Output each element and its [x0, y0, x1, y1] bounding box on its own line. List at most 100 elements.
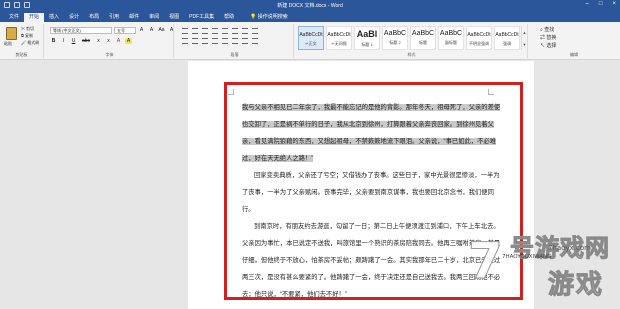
strikethrough-icon[interactable]: abc [80, 38, 92, 44]
subscript-icon[interactable]: x [95, 38, 102, 44]
bold-icon[interactable]: B [50, 38, 57, 44]
format-painter-label: 格式刷 [27, 40, 40, 45]
tab-help[interactable]: 帮助 [219, 13, 239, 22]
replace-label: 替换 [546, 35, 557, 41]
maximize-icon[interactable]: □ [599, 1, 603, 7]
watermark-logo-digit: 7 [468, 232, 504, 291]
tab-insert[interactable]: 插入 [44, 13, 64, 22]
select-label: 选择 [546, 43, 557, 49]
underline-icon[interactable]: U [70, 38, 77, 44]
styles-gallery-scroll[interactable]: ▲ ▼ [521, 26, 527, 50]
chevron-up-icon[interactable]: ▲ [523, 30, 527, 35]
increase-indent-icon[interactable] [222, 28, 228, 34]
close-icon[interactable]: × [612, 1, 616, 7]
line-spacing-icon[interactable] [232, 38, 238, 44]
chevron-down-icon[interactable]: ▼ [523, 42, 527, 47]
clear-format-icon[interactable]: A [168, 27, 175, 33]
select-button[interactable]: ↖ 选择 [540, 42, 556, 49]
tab-mailings[interactable]: 邮件 [124, 13, 144, 22]
cut-button[interactable]: ✂ 剪切 [21, 26, 34, 32]
style-name: 标题 1 [361, 42, 373, 47]
find-label: 查找 [544, 27, 555, 33]
align-center-icon[interactable] [192, 38, 198, 44]
multilevel-list-icon[interactable] [202, 28, 208, 34]
style-sample: AaBbC [439, 30, 463, 37]
paste-button-label[interactable]: 粘贴 [4, 41, 12, 47]
style-heading-2[interactable]: AaBbC 标题 2 [382, 26, 408, 50]
tell-me-search[interactable]: 💡 操作说明搜索 [245, 13, 293, 22]
style-name: 标题 [419, 40, 427, 45]
font-tools-row1: A A Aa A [138, 27, 175, 33]
style-normal[interactable]: AaBbCcDt ↵正文 [298, 26, 324, 50]
decrease-indent-icon[interactable] [212, 28, 218, 34]
align-left-icon[interactable] [182, 38, 188, 44]
style-sample: AaBbCcDt [299, 32, 323, 38]
font-name-select[interactable]: 等线 (中文正文) [50, 27, 112, 34]
tab-references[interactable]: 引用 [104, 13, 124, 22]
ribbon: 粘贴 ✂ 剪切 ⧉ 复制 🖌 格式刷 剪贴板 等线 (中文正文) 五号 A A … [0, 22, 620, 60]
highlight-color-icon[interactable]: A [125, 38, 132, 44]
paste-icon[interactable] [6, 27, 17, 40]
tab-design[interactable]: 设计 [64, 13, 84, 22]
font-tools-row2: B I U abc x x A A [50, 38, 132, 44]
clipboard-group-label: 剪贴板 [15, 52, 28, 57]
ribbon-tabs: 文件 开始 插入 设计 布局 引用 邮件 审阅 视图 PDF工具集 帮助 💡 操… [0, 11, 620, 22]
cut-label: 剪切 [26, 26, 35, 31]
style-subtitle[interactable]: AaBbC 副标题 [438, 26, 464, 50]
paragraph-group-label: 段落 [230, 52, 239, 57]
bullets-icon[interactable] [182, 28, 188, 34]
tab-home[interactable]: 开始 [24, 13, 45, 22]
font-size-select[interactable]: 五号 [114, 27, 136, 34]
title-bar: 新建 DOCX 文档.docx - Word – □ × [0, 0, 620, 11]
sort-icon[interactable] [242, 28, 248, 34]
watermark-logo-text-2: 游戏 [547, 270, 605, 301]
style-emphasis[interactable]: AaBbCcDt 强调 [494, 26, 520, 50]
styles-group-label: 样式 [407, 52, 416, 57]
lightbulb-icon: 💡 [250, 14, 258, 20]
font-group-label: 字体 [105, 52, 114, 57]
font-color-icon[interactable]: A [115, 38, 122, 44]
tab-layout[interactable]: 布局 [84, 13, 104, 22]
copy-button[interactable]: ⧉ 复制 [21, 33, 33, 39]
tab-pdf-tools[interactable]: PDF工具集 [184, 13, 219, 22]
style-heading-1[interactable]: AaBl 标题 1 [354, 26, 380, 50]
shading-icon[interactable] [242, 38, 248, 44]
watermark-domain: 7haoyx.com [548, 244, 591, 252]
tab-view[interactable]: 视图 [164, 13, 184, 22]
style-subtle-emphasis[interactable]: AaBbCcDt 不明显强调 [466, 26, 492, 50]
distributed-icon[interactable] [222, 38, 228, 44]
borders-icon[interactable] [252, 38, 258, 44]
editing-group-label: 编辑 [570, 52, 578, 57]
style-name: ↵正文 [305, 41, 317, 46]
clipboard-group: 粘贴 ✂ 剪切 ⧉ 复制 🖌 格式刷 剪贴板 [0, 24, 44, 58]
replace-button[interactable]: ⇄ 替换 [540, 34, 556, 41]
paragraph-group: 段落 [176, 24, 294, 58]
align-right-icon[interactable] [202, 38, 208, 44]
style-title[interactable]: AaBbC 标题 [410, 26, 436, 50]
grow-font-icon[interactable]: A [138, 27, 145, 33]
superscript-icon[interactable]: x [105, 38, 112, 44]
numbering-icon[interactable] [192, 28, 198, 34]
style-name: 不明显强调 [469, 41, 489, 46]
editing-group: ⌕ 查找 ⇄ 替换 ↖ 选择 编辑 [530, 24, 618, 58]
style-sample: AaBbCcDt [467, 32, 491, 38]
style-name: 副标题 [445, 40, 457, 45]
shrink-font-icon[interactable]: A [148, 27, 155, 33]
style-sample: AaBbC [383, 30, 407, 37]
window-title: 新建 DOCX 文档.docx - Word [277, 3, 343, 9]
find-button[interactable]: ⌕ 查找 [540, 26, 554, 33]
tab-file[interactable]: 文件 [4, 13, 24, 22]
change-case-icon[interactable]: Aa [158, 27, 165, 33]
tell-me-label: 操作说明搜索 [257, 14, 288, 20]
tab-review[interactable]: 审阅 [144, 13, 164, 22]
style-name: ↵无间隔 [331, 41, 347, 46]
style-sample: AaBbCcDt [495, 32, 519, 38]
italic-icon[interactable]: I [60, 38, 67, 44]
justify-icon[interactable] [212, 38, 218, 44]
minimize-icon[interactable]: – [586, 1, 589, 7]
show-marks-icon[interactable] [252, 28, 258, 34]
format-painter-button[interactable]: 🖌 格式刷 [21, 40, 39, 46]
style-no-spacing[interactable]: AaBbCcDt ↵无间隔 [326, 26, 352, 50]
chinese-layout-icon[interactable] [232, 28, 238, 34]
styles-group: AaBbCcDt ↵正文 AaBbCcDt ↵无间隔 AaBl 标题 1 AaB… [296, 24, 528, 58]
